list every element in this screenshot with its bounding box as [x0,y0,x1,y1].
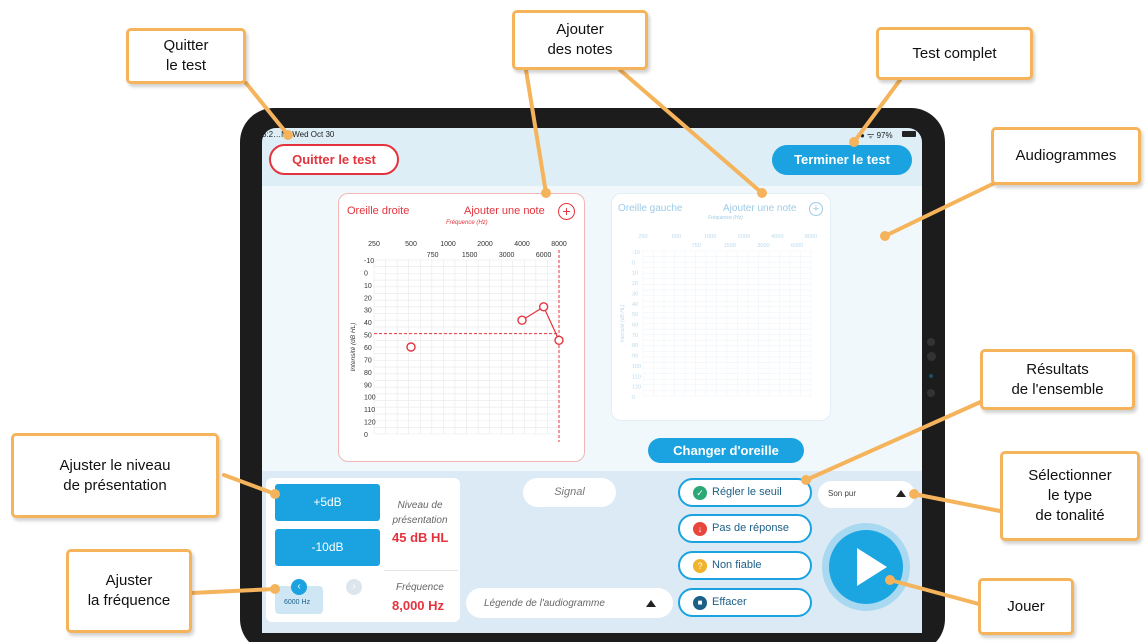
callout-connectors [189,68,1007,609]
callout-tone-type: Sélectionner le type de tonalité [1000,451,1140,541]
callout-add-notes: Ajouter des notes [512,10,648,70]
callout-adjust-level: Ajuster le niveau de présentation [11,433,219,518]
callout-play: Jouer [978,578,1074,635]
callout-quit-test: Quitter le test [126,28,246,84]
callout-adjust-frequency: Ajuster la fréquence [66,549,192,633]
callout-audiograms: Audiogrammes [991,127,1141,185]
callout-complete-test: Test complet [876,27,1033,80]
callout-overall-results: Résultats de l'ensemble [980,349,1135,410]
